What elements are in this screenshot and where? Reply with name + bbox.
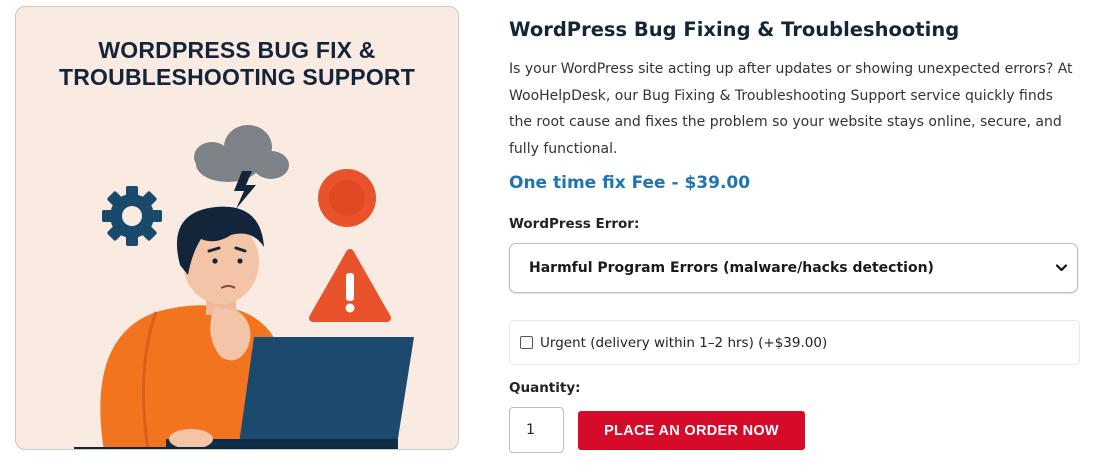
warning-icon <box>309 249 391 322</box>
error-type-select[interactable]: Harmful Program Errors (malware/hacks de… <box>509 243 1078 293</box>
hero-title-line2: TROUBLESHOOTING SUPPORT <box>58 64 415 90</box>
urgent-label[interactable]: Urgent (delivery within 1–2 hrs) (+$39.0… <box>540 335 827 351</box>
hero-title-line1: WORDPRESS BUG FIX & <box>98 37 376 63</box>
urgent-checkbox[interactable] <box>520 336 533 349</box>
product-title: WordPress Bug Fixing & Troubleshooting <box>509 18 960 41</box>
quantity-label: Quantity: <box>509 380 581 396</box>
error-select-label: WordPress Error: <box>509 216 640 232</box>
product-image: WORDPRESS BUG FIX & TROUBLESHOOTING SUPP… <box>15 6 459 450</box>
hero-title: WORDPRESS BUG FIX & TROUBLESHOOTING SUPP… <box>16 37 458 91</box>
product-description: Is your WordPress site acting up after u… <box>509 61 1073 157</box>
bug-icon <box>318 169 376 227</box>
storm-cloud-icon <box>194 125 289 209</box>
urgent-option: Urgent (delivery within 1–2 hrs) (+$39.0… <box>509 320 1080 365</box>
product-price: One time fix Fee - $39.00 <box>509 173 751 193</box>
chevron-down-icon <box>1055 262 1067 274</box>
error-select-value: Harmful Program Errors (malware/hacks de… <box>529 260 934 276</box>
quantity-input[interactable]: 1 <box>509 407 564 453</box>
place-order-button[interactable]: PLACE AN ORDER NOW <box>578 411 805 450</box>
gear-icon <box>102 186 162 246</box>
